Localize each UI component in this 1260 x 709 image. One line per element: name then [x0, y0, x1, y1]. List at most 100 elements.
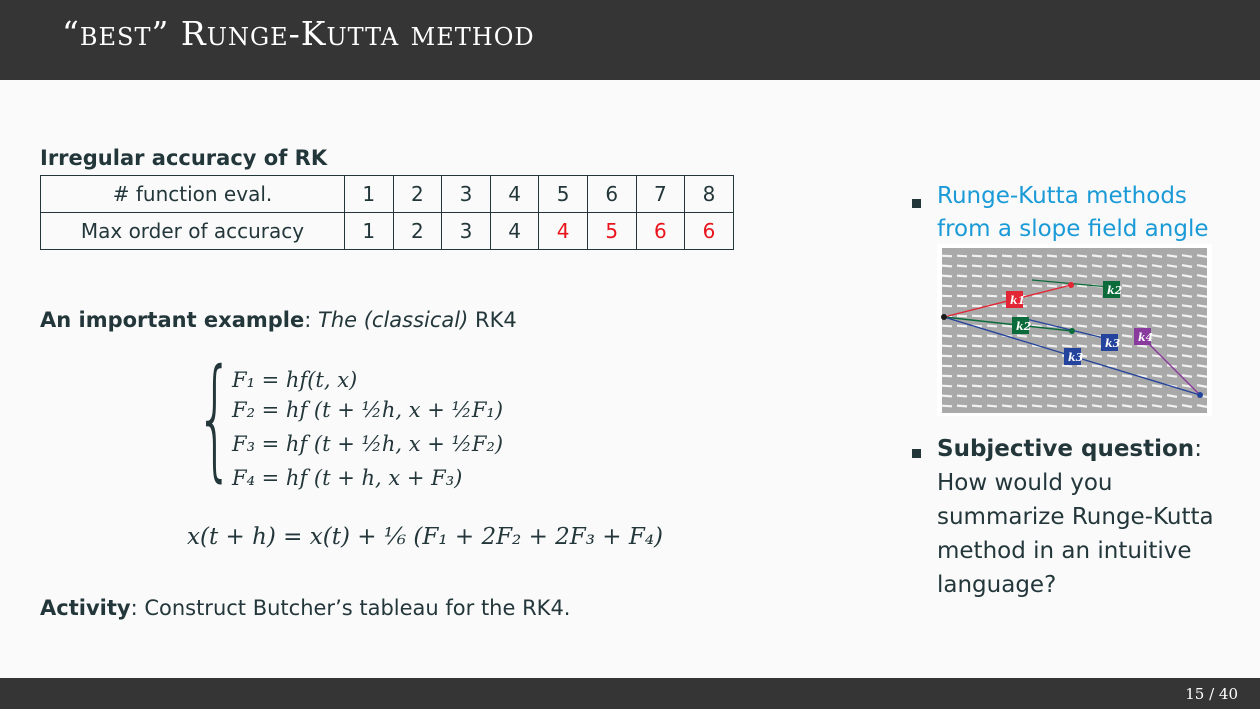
slope-dash	[1121, 274, 1133, 278]
slope-dash	[1031, 254, 1043, 258]
slope-dash	[1031, 354, 1043, 358]
slope-dash	[1076, 304, 1088, 308]
slope-dash	[1091, 374, 1103, 378]
slope-dash	[1106, 304, 1118, 308]
table-cell: 1	[344, 175, 394, 213]
title-quote-open: “	[62, 14, 80, 53]
slope-dash	[986, 314, 998, 318]
slope-dash	[986, 284, 998, 288]
slope-dash	[1091, 294, 1103, 298]
slope-dash	[956, 404, 968, 408]
slope-dash	[986, 294, 998, 298]
slope-dash	[956, 344, 968, 348]
slope-dash	[1076, 374, 1088, 378]
slope-dash	[1181, 354, 1193, 358]
slope-dash	[1196, 374, 1208, 378]
slope-dash	[986, 384, 998, 388]
svg-text:k4: k4	[1138, 331, 1153, 344]
slope-dash	[1076, 324, 1088, 328]
slope-dash	[941, 344, 953, 348]
slope-dash	[1121, 394, 1133, 398]
slope-dash	[956, 314, 968, 318]
slope-dash	[1061, 314, 1073, 318]
slope-dash	[1196, 364, 1208, 368]
slope-dash	[1076, 364, 1088, 368]
slope-dash	[1031, 394, 1043, 398]
slope-dash	[1166, 294, 1178, 298]
slope-dash	[956, 354, 968, 358]
slope-dash	[1151, 344, 1163, 348]
slope-dash	[1016, 374, 1028, 378]
slope-dash	[1016, 314, 1028, 318]
slope-dash	[1136, 294, 1148, 298]
slope-dash	[1061, 324, 1073, 328]
slope-dash	[1061, 334, 1073, 338]
slope-dash	[1121, 254, 1133, 258]
slope-dash	[986, 364, 998, 368]
slope-dash	[1136, 314, 1148, 318]
slope-dash	[1151, 364, 1163, 368]
slope-dash	[971, 404, 983, 408]
slope-dash	[1136, 274, 1148, 278]
slope-dash	[1166, 354, 1178, 358]
slope-dash	[986, 324, 998, 328]
slope-dash	[1016, 344, 1028, 348]
slope-dash	[1046, 274, 1058, 278]
slope-dash	[1031, 284, 1043, 288]
slope-dash	[971, 294, 983, 298]
slope-dash	[1061, 344, 1073, 348]
slope-dash	[1001, 344, 1013, 348]
slope-dash	[1031, 364, 1043, 368]
slope-dash	[971, 344, 983, 348]
slope-dash	[1121, 404, 1133, 408]
svg-text:k3: k3	[1068, 351, 1084, 364]
bullet-slope-field-line1: Runge-Kutta methods	[937, 183, 1187, 209]
slope-dash	[1076, 254, 1088, 258]
slope-dash	[1016, 254, 1028, 258]
k3-label: k3	[1064, 348, 1084, 365]
slope-dash	[1121, 264, 1133, 268]
slope-dash	[1106, 314, 1118, 318]
slope-dash	[1091, 404, 1103, 408]
slope-dash	[1076, 404, 1088, 408]
k1-label: k1	[1006, 291, 1025, 308]
k2-point	[1069, 328, 1075, 334]
slope-dash	[1091, 264, 1103, 268]
slope-dash	[1046, 334, 1058, 338]
slope-dash	[1136, 304, 1148, 308]
table-cell-highlight: 6	[684, 212, 734, 250]
slope-dash	[986, 374, 998, 378]
slope-dash	[1121, 384, 1133, 388]
equation-f1: F₁ = hf(t, x)	[232, 368, 358, 392]
accuracy-table: # function eval. 1 2 3 4 5 6 7 8 Max ord…	[40, 175, 734, 250]
slope-dash	[1166, 374, 1178, 378]
bullet-square-icon	[912, 449, 921, 458]
slope-dash	[1151, 374, 1163, 378]
table-cell: 8	[684, 175, 734, 213]
slope-dash	[1001, 364, 1013, 368]
activity-text: : Construct Butcher’s tableau for the RK…	[130, 596, 571, 620]
table-cell-highlight: 5	[586, 212, 637, 250]
slope-dash	[1166, 284, 1178, 288]
slope-dash	[1046, 344, 1058, 348]
slope-dash	[1136, 324, 1148, 328]
equation-f2: F₂ = hf (t + ½h, x + ½F₁)	[232, 398, 504, 422]
table-cell: 3	[441, 212, 491, 250]
slope-dash	[1121, 374, 1133, 378]
title-bar: “best” Runge-Kutta method	[0, 0, 1260, 80]
slope-dash	[1001, 264, 1013, 268]
slope-dash	[971, 314, 983, 318]
slope-dash	[1091, 324, 1103, 328]
row-label-max-order: Max order of accuracy	[40, 212, 345, 250]
slope-dash	[1046, 304, 1058, 308]
slope-dash	[1166, 254, 1178, 258]
slope-dash	[1151, 384, 1163, 388]
title-word-utta: utta	[326, 23, 400, 51]
slope-dash	[941, 264, 953, 268]
slope-dash	[1031, 404, 1043, 408]
subjective-question-label: Subjective question	[937, 436, 1195, 462]
title-letter-r: R	[180, 14, 207, 53]
slope-dash	[1031, 304, 1043, 308]
slope-dash	[1091, 254, 1103, 258]
slope-dash	[971, 394, 983, 398]
